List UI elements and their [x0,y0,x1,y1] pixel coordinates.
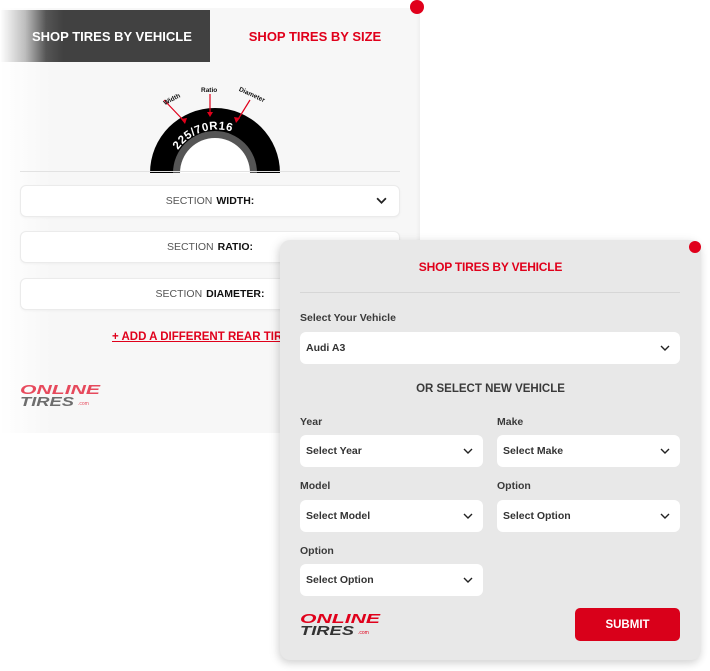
logo-line2: TIRES [300,624,355,638]
model-label: Model [300,480,331,492]
select-value: Select Option [503,510,571,522]
divider [20,171,400,172]
make-label: Make [497,416,524,428]
select-vehicle-label: Select Your Vehicle [300,312,396,324]
year-select[interactable]: Select Year [300,435,483,467]
close-icon[interactable] [689,241,701,253]
add-rear-tire-link[interactable]: + ADD A DIFFERENT REAR TIRE [112,331,290,343]
tab-label: SHOP TIRES BY SIZE [248,28,382,44]
ratio-label: Ratio [201,87,217,94]
shop-by-vehicle-modal: SHOP TIRES BY VEHICLE Select Your Vehicl… [280,240,701,660]
or-select-new-vehicle-heading: OR SELECT NEW VEHICLE [416,383,565,395]
tab-shop-by-size[interactable]: SHOP TIRES BY SIZE [210,10,420,62]
logo-line2: TIRES [20,395,75,409]
option-select[interactable]: Select Option [497,500,680,532]
select-prefix: SECTION [166,241,214,253]
select-label: RATIO: [217,241,254,253]
online-tires-logo: ONLINE TIRES .com [20,383,101,409]
select-value: Select Year [306,445,362,457]
chevron-down-icon [463,448,473,454]
modal-title: SHOP TIRES BY VEHICLE [418,260,563,274]
chevron-down-icon [376,197,387,204]
select-value: Select Option [306,574,374,586]
select-label: WIDTH: [216,195,255,207]
model-select[interactable]: Select Model [300,500,483,532]
width-label: Width [162,92,181,107]
chevron-down-icon [463,577,473,583]
diameter-label: Diameter [238,86,267,104]
tab-shop-by-vehicle[interactable]: SHOP TIRES BY VEHICLE [0,10,210,62]
option-select-2[interactable]: Select Option [300,564,483,596]
logo-suffix: .com [78,401,89,407]
select-value: Select Model [306,510,371,522]
chevron-down-icon [660,513,670,519]
select-value: Select Make [503,445,564,457]
select-label: DIAMETER: [206,288,265,300]
chevron-down-icon [660,345,670,351]
year-label: Year [300,416,323,428]
option-label-2: Option [300,545,334,557]
tire-size-diagram: 225/70R16 Width Ratio Diameter [150,86,280,173]
chevron-down-icon [463,513,473,519]
online-tires-logo: ONLINE TIRES .com [300,612,381,638]
divider [300,292,680,293]
tab-label: SHOP TIRES BY VEHICLE [32,28,192,44]
submit-button[interactable]: SUBMIT [575,608,680,641]
select-prefix: SECTION [155,288,203,300]
select-prefix: SECTION [165,195,213,207]
logo-suffix: .com [358,630,369,636]
select-value: Audi A3 [306,342,346,354]
make-select[interactable]: Select Make [497,435,680,467]
option-label: Option [497,480,531,492]
saved-vehicle-select[interactable]: Audi A3 [300,332,680,364]
section-width-select[interactable]: SECTION WIDTH: [20,185,400,217]
chevron-down-icon [660,448,670,454]
